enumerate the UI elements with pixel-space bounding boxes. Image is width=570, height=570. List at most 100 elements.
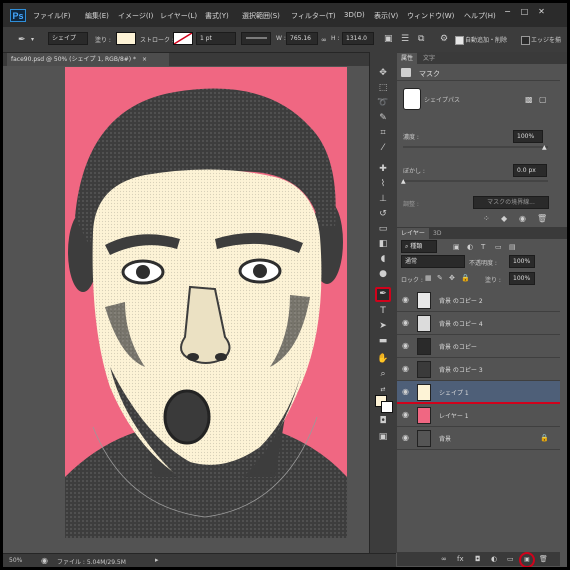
filter-type-icon[interactable]: T [481,242,485,252]
lock-position-icon[interactable]: ✥ [449,273,455,283]
eye-icon[interactable]: ◉ [402,364,409,373]
eye-icon[interactable]: ◉ [402,341,409,350]
eye-icon[interactable]: ◉ [402,410,409,419]
brush-tool-icon[interactable]: ⌇ [375,177,391,192]
path-select-tool-icon[interactable]: ➤ [375,319,391,334]
pen-tool-preset-icon[interactable]: ✒ [18,35,26,45]
quick-mask-icon[interactable]: ◘ [375,414,391,429]
document-tab[interactable]: face90.psd @ 50% (シェイプ 1, RGB/8#) * × [7,53,169,66]
tab-properties[interactable]: 属性 [397,53,418,64]
lasso-tool-icon[interactable]: ➰ [375,96,391,111]
move-tool-icon[interactable]: ✥ [375,66,391,81]
stroke-type-select[interactable] [241,32,271,45]
menu-edit[interactable]: 編集(E) [85,11,109,21]
width-field[interactable]: 765.16 [286,32,318,45]
density-slider-handle[interactable]: ▲ [542,144,547,151]
info-icon[interactable]: ◉ [41,556,48,565]
gradient-tool-icon[interactable]: ◧ [375,237,391,252]
feather-slider-handle[interactable]: ▲ [401,178,406,185]
lock-transparent-icon[interactable]: ▦ [425,273,432,283]
delete-layer-icon[interactable]: 🗑 [539,554,548,564]
layer-row[interactable]: ◉ 背景 のコピー 2 [397,289,560,312]
density-field[interactable]: 100% [513,130,543,143]
tab-character[interactable]: 文字 [419,53,439,64]
menu-filter[interactable]: フィルター(T) [291,11,336,21]
zoom-tool-icon[interactable]: ⌕ [375,367,391,382]
visibility-icon[interactable]: ◉ [519,214,526,224]
menu-window[interactable]: ウィンドウ(W) [407,11,454,21]
close-icon[interactable]: ✕ [535,6,548,17]
tab-layers[interactable]: レイヤー [397,228,429,239]
type-tool-icon[interactable]: T [375,304,391,319]
eye-icon[interactable]: ◉ [402,295,409,304]
maximize-icon[interactable]: □ [518,6,531,17]
menu-file[interactable]: ファイル(F) [33,11,71,21]
tab-3d[interactable]: 3D [429,228,445,239]
gear-icon[interactable]: ⚙ [440,34,448,44]
blend-mode-select[interactable]: 通常 [401,255,465,268]
fill-swatch[interactable] [116,32,136,45]
layer-row[interactable]: ◉ 背景 のコピー [397,335,560,358]
eyedropper-tool-icon[interactable]: ⁄ [375,141,391,156]
screen-mode-icon[interactable]: ▣ [375,430,391,445]
eye-icon[interactable]: ◉ [402,318,409,327]
filter-adjustment-icon[interactable]: ◐ [467,242,473,252]
quick-select-tool-icon[interactable]: ✎ [375,111,391,126]
menu-image[interactable]: イメージ(I) [118,11,153,21]
stamp-tool-icon[interactable]: ⊥ [375,192,391,207]
adjustment-layer-icon[interactable]: ◐ [491,554,497,564]
shape-tool-icon[interactable]: ▬ [375,334,391,349]
menu-view[interactable]: 表示(V) [374,11,398,21]
menu-help[interactable]: ヘルプ(H) [464,11,496,21]
auto-add-checkbox[interactable] [455,36,464,45]
add-mask-icon[interactable]: ◘ [475,554,481,564]
filter-shape-icon[interactable]: ▭ [495,242,502,252]
blur-tool-icon[interactable]: ◖ [375,252,391,267]
eye-icon[interactable]: ◉ [402,433,409,442]
new-group-icon[interactable]: ▭ [507,554,514,564]
chevron-down-icon[interactable]: ▾ [31,35,34,45]
history-brush-icon[interactable]: ↺ [375,207,391,222]
path-arrangement-icon[interactable]: ⧉ [418,34,424,44]
path-operations-icon[interactable]: ▣ [384,34,393,44]
pixel-mask-icon[interactable]: ▩ [525,95,533,105]
document-canvas[interactable] [65,67,347,538]
height-field[interactable]: 1314.0 [342,32,374,45]
play-icon[interactable]: ▸ [155,556,159,564]
background-color-swatch[interactable] [381,401,393,413]
pen-tool-icon[interactable]: ✒ [375,287,391,302]
filter-smart-icon[interactable]: ▤ [509,242,516,252]
new-layer-icon[interactable]: ▣ [519,552,535,567]
stroke-width-field[interactable]: 1 pt [196,32,236,45]
marquee-tool-icon[interactable]: ⬚ [375,81,391,96]
filter-kind-select[interactable]: ⌕ 種類 [401,240,437,253]
zoom-level[interactable]: 50% [9,557,22,564]
eye-icon[interactable]: ◉ [402,387,409,396]
menu-3d[interactable]: 3D(D) [344,11,365,19]
path-alignment-icon[interactable]: ☰ [401,34,409,44]
tool-mode-select[interactable]: シェイプ [48,32,88,45]
minimize-icon[interactable]: − [501,6,514,17]
crop-tool-icon[interactable]: ⌗ [375,126,391,141]
tab-close-icon[interactable]: × [142,56,147,63]
vector-mask-icon[interactable]: ▢ [539,95,547,105]
menu-layer[interactable]: レイヤー(L) [160,11,197,21]
link-layers-icon[interactable]: ∞ [441,554,447,564]
layer-row[interactable]: ◉ 背景 🔒 [397,427,560,450]
layer-row[interactable]: ◉ 背景 のコピー 4 [397,312,560,335]
fill-field[interactable]: 100% [509,272,535,285]
select-mask-icon[interactable]: ⁘ [483,214,490,224]
apply-mask-icon[interactable]: ◆ [501,214,507,224]
mask-edge-button[interactable]: マスクの境界線... [473,196,549,209]
healing-tool-icon[interactable]: ✚ [375,162,391,177]
menu-type[interactable]: 書式(Y) [205,11,229,21]
feather-slider-track[interactable] [403,180,548,182]
trash-icon[interactable]: 🗑 [537,214,547,224]
density-slider-track[interactable] [403,146,548,148]
eraser-tool-icon[interactable]: ▭ [375,222,391,237]
filter-pixel-icon[interactable]: ▣ [453,242,460,252]
lock-pixels-icon[interactable]: ✎ [437,273,443,283]
stroke-swatch[interactable] [173,32,193,45]
layer-row-selected[interactable]: ◉ シェイプ 1 [397,381,560,404]
lock-all-icon[interactable]: 🔒 [461,273,470,283]
